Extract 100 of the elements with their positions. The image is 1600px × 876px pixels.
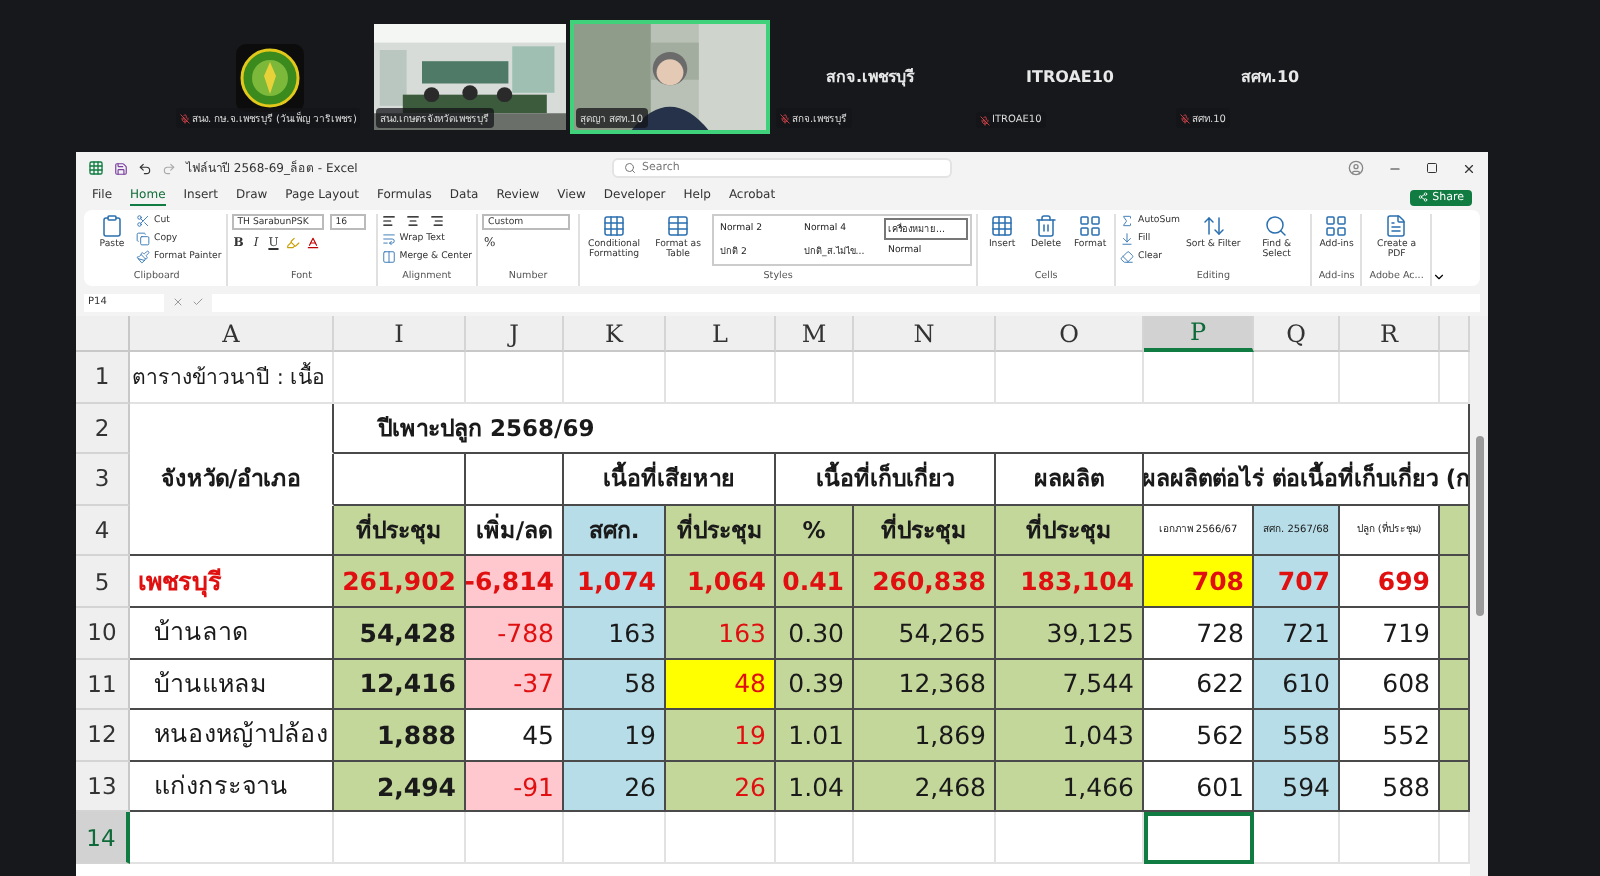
table-cell: แก่งกระจาน — [130, 761, 334, 813]
redo-icon — [162, 161, 176, 175]
table-cell: 54,265 — [854, 607, 996, 660]
header-cell: เพิ่ม/ลด — [466, 505, 564, 557]
table-cell: 1,064 — [666, 556, 776, 608]
close-icon — [1462, 161, 1476, 175]
table-cell: 26 — [666, 761, 776, 813]
table-icon — [666, 214, 691, 238]
save-icon — [114, 161, 128, 175]
table-cell: 163 — [564, 607, 666, 660]
trash-icon — [1034, 214, 1059, 238]
table-cell: 708 — [1144, 556, 1254, 608]
table-cell: 19 — [666, 710, 776, 762]
align-right-icon — [429, 214, 444, 228]
header-cell: ผลผลิต — [996, 454, 1144, 506]
table-cell: 707 — [1254, 556, 1340, 608]
column-header[interactable] — [1440, 316, 1470, 352]
select-all-corner[interactable] — [76, 316, 130, 352]
column-header[interactable]: J — [466, 316, 564, 352]
row-header[interactable]: 13 — [76, 761, 130, 813]
table-cell: 552 — [1340, 710, 1440, 762]
table-cell: -788 — [466, 607, 564, 660]
participant-name: สศท.10 — [1240, 66, 1300, 90]
row-header[interactable]: 5 — [76, 556, 130, 608]
participant-name: ITROAE10 — [1026, 68, 1114, 86]
column-header[interactable]: K — [564, 316, 666, 352]
document-icon — [1384, 214, 1409, 238]
muted-mic-icon — [180, 113, 190, 123]
grid-icon — [1078, 214, 1103, 238]
table-cell: 261,902 — [334, 556, 466, 608]
muted-mic-icon — [980, 115, 990, 125]
row-header[interactable]: 10 — [76, 607, 130, 660]
table-cell: -91 — [466, 761, 564, 813]
align-center-icon — [405, 214, 420, 228]
column-header[interactable]: P — [1144, 316, 1254, 352]
paintbrush-icon — [136, 250, 150, 264]
copy-icon — [136, 232, 150, 246]
table-cell: 728 — [1144, 607, 1254, 660]
row-header[interactable]: 1 — [76, 352, 130, 404]
column-header[interactable]: I — [334, 316, 466, 352]
table-cell: 1,888 — [334, 710, 466, 762]
search-icon — [1264, 214, 1289, 238]
table-cell: 26 — [564, 761, 666, 813]
selected-cell[interactable] — [1144, 812, 1254, 864]
row-header[interactable]: 14 — [76, 812, 130, 864]
column-header[interactable]: Q — [1254, 316, 1340, 352]
table-cell: บ้านลาด — [130, 607, 334, 660]
emblem-icon — [236, 43, 304, 111]
undo-icon — [138, 161, 152, 175]
fill-down-icon — [1120, 232, 1135, 246]
table-cell: 1,869 — [854, 710, 996, 762]
table-cell: 7,544 — [996, 659, 1144, 711]
table-cell: ตารางข้าวนาปี : เนื้อ — [130, 352, 334, 404]
collapse-icon — [1432, 270, 1447, 284]
sort-icon — [1201, 214, 1226, 238]
scrollbar[interactable] — [1470, 316, 1488, 876]
table-cell: 588 — [1340, 761, 1440, 813]
table-cell: 39,125 — [996, 607, 1144, 660]
column-header[interactable]: M — [776, 316, 854, 352]
muted-mic-icon — [1180, 113, 1190, 123]
table-cell: 54,428 — [334, 607, 466, 660]
table-cell: 12,416 — [334, 659, 466, 711]
header-cell: ที่ประชุม — [666, 505, 776, 557]
column-header[interactable]: L — [666, 316, 776, 352]
table-cell: 594 — [1254, 761, 1340, 813]
header-cell: ที่ประชุม — [854, 505, 996, 557]
row-header[interactable]: 3 — [76, 454, 130, 506]
column-header[interactable]: O — [996, 316, 1144, 352]
header-cell: สศก. — [564, 505, 666, 557]
column-header[interactable]: N — [854, 316, 996, 352]
search-icon — [624, 162, 636, 174]
row-header[interactable]: 4 — [76, 505, 130, 557]
table-cell: 1,043 — [996, 710, 1144, 762]
table-cell: 260,838 — [854, 556, 996, 608]
column-header[interactable]: A — [130, 316, 334, 352]
enter-icon — [192, 296, 204, 308]
cancel-icon — [172, 296, 184, 308]
font-color-icon — [306, 236, 321, 250]
share-icon — [1418, 192, 1429, 202]
row-header[interactable]: 11 — [76, 659, 130, 711]
header-cell: ที่ประชุม — [334, 505, 466, 557]
sigma-icon — [1120, 214, 1135, 228]
table-cell: 48 — [666, 659, 776, 711]
table-cell: หนองหญ้าปล้อง — [130, 710, 334, 762]
table-cell: 601 — [1144, 761, 1254, 813]
table-cell: 163 — [666, 607, 776, 660]
maximize-icon — [1426, 162, 1438, 174]
row-header[interactable]: 2 — [76, 403, 130, 455]
table-cell: -6,814 — [466, 556, 564, 608]
table-cell: 183,104 — [996, 556, 1144, 608]
table-cell: 0.30 — [776, 607, 854, 660]
row-header[interactable]: 12 — [76, 710, 130, 762]
table-cell: -37 — [466, 659, 564, 711]
column-header[interactable]: R — [1340, 316, 1440, 352]
table-cell: 608 — [1340, 659, 1440, 711]
table-cell: 1,466 — [996, 761, 1144, 813]
header-cell: เนื้อที่เก็บเกี่ยว — [776, 454, 996, 506]
header-cell: ปีเพาะปลูก 2568/69 — [334, 403, 1470, 455]
highlighter-icon — [286, 236, 301, 250]
muted-mic-icon — [780, 113, 790, 123]
